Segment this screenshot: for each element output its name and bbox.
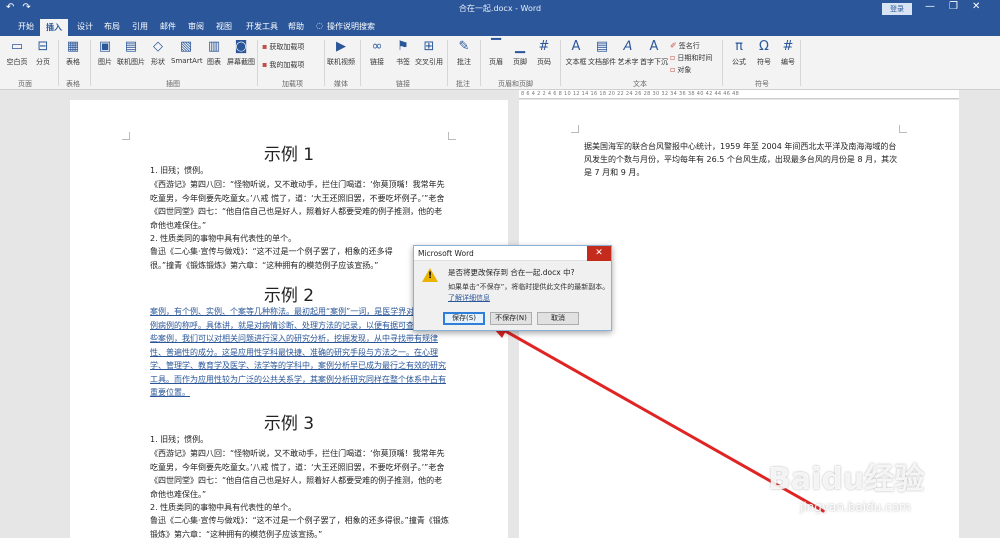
cancel-button[interactable]: 取消 [537,312,579,325]
dialog-close-button[interactable]: ✕ [587,246,611,261]
save-button[interactable]: 保存(S) [443,312,485,325]
dialog-question: 是否将更改保存到 合在一起.docx 中? [448,268,575,277]
warning-mark: ! [428,271,433,281]
watermark-url: jingyan.baidu.com [800,500,911,514]
learn-more-link[interactable]: 了解详细信息 [448,293,490,303]
baidu-watermark: Baidu经验 [768,462,925,497]
save-dialog: Microsoft Word ✕ ! 是否将更改保存到 合在一起.docx 中?… [413,245,612,331]
dialog-info: 如果单击“不保存”，将临时提供此文件的最新副本。 [448,283,610,291]
dont-save-button[interactable]: 不保存(N) [490,312,532,325]
dialog-title: Microsoft Word [414,246,611,261]
